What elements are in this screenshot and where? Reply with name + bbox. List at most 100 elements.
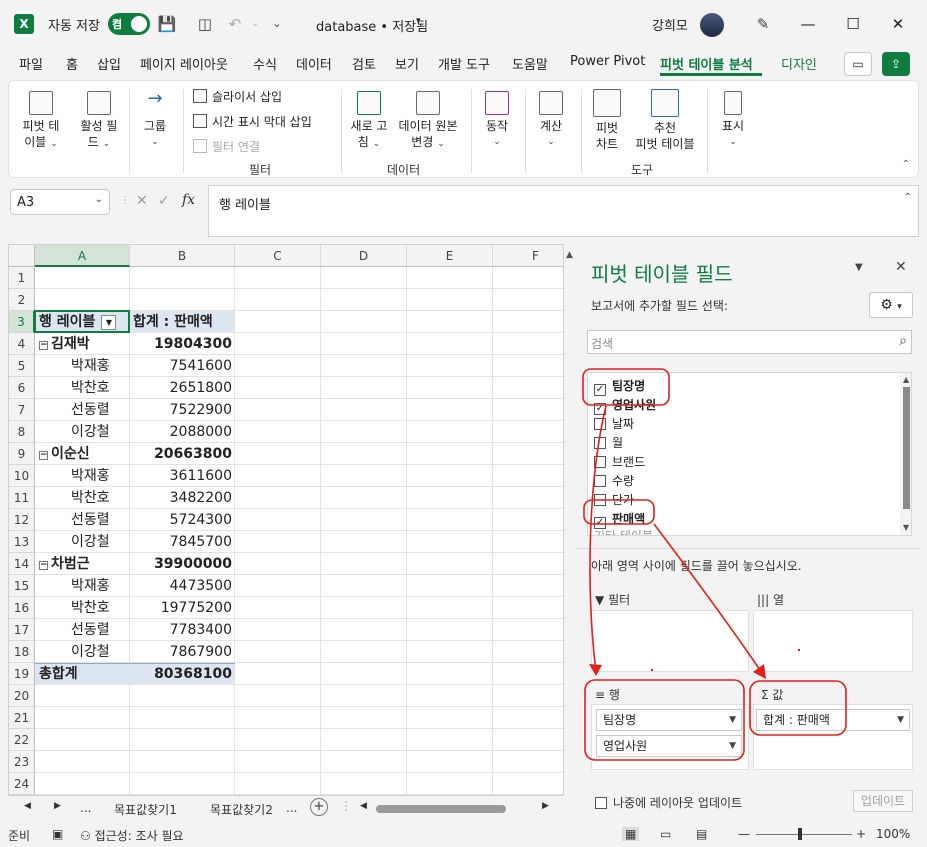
field-checkbox[interactable]: ✓ <box>594 403 606 415</box>
scroll-up-icon[interactable]: ▲ <box>903 375 909 384</box>
cell-a9[interactable]: − 이순신 <box>35 443 130 465</box>
worksheet-grid[interactable]: ABCDEF 123행 레이블 ▼ 합계 : 판매액 4− 김재박 19804300 5 박재… <box>8 244 564 796</box>
cell-b23[interactable] <box>130 751 235 773</box>
collapse-icon[interactable]: − <box>39 451 48 460</box>
page-layout-view-icon[interactable]: ▭ <box>660 827 671 841</box>
quick-access-more-icon[interactable]: ⌄ <box>266 13 288 35</box>
sheet-tab-goal-seek-2[interactable]: 목표값찾기2 <box>210 801 284 818</box>
chevron-down-icon[interactable]: ▼ <box>729 736 736 756</box>
row-header[interactable]: 10 <box>9 465 35 487</box>
tab-pivottable-analyze[interactable]: 피벗 테이블 분석 <box>660 54 753 73</box>
row-header[interactable]: 19 <box>9 663 35 685</box>
insert-function-icon[interactable]: fx <box>182 192 195 208</box>
show-button[interactable]: 표시 ⌄ <box>711 91 755 150</box>
next-sheet-icon[interactable]: ▶ <box>54 801 61 811</box>
cell-a21[interactable] <box>35 707 130 729</box>
cell-b6[interactable]: 2651800 <box>130 377 235 399</box>
field-checkbox[interactable] <box>594 437 606 449</box>
field-list-scroll-thumb[interactable] <box>903 387 910 509</box>
save-icon[interactable]: 💾 <box>156 13 178 35</box>
column-header-f[interactable]: F <box>493 245 563 267</box>
camera-icon[interactable]: ◫ <box>194 13 216 35</box>
rows-chip[interactable]: 영업사원 ▼ <box>596 735 742 757</box>
field-item[interactable]: 기타 테이블... <box>594 527 664 535</box>
cancel-icon[interactable]: ✕ <box>136 193 148 209</box>
row-header[interactable]: 22 <box>9 729 35 751</box>
values-chip[interactable]: 합계 : 판매액 ▼ <box>756 709 910 731</box>
prev-sheet-icon[interactable]: ◀ <box>24 801 31 811</box>
maximize-icon[interactable]: ☐ <box>833 0 873 48</box>
pivotchart-button[interactable]: 피벗 차트 <box>585 89 629 152</box>
row-header[interactable]: 7 <box>9 399 35 421</box>
cell-a14[interactable]: − 차범근 <box>35 553 130 575</box>
row-header[interactable]: 21 <box>9 707 35 729</box>
row-header[interactable]: 15 <box>9 575 35 597</box>
cell-a13[interactable]: 이강철 <box>35 531 130 553</box>
close-icon[interactable]: ✕ <box>878 0 918 48</box>
tab-help[interactable]: 도움말 <box>512 54 548 73</box>
row-header[interactable]: 11 <box>9 487 35 509</box>
values-area[interactable]: 합계 : 판매액 ▼ <box>753 704 913 770</box>
collapse-ribbon-icon[interactable]: ⌃ <box>902 159 910 170</box>
row-header[interactable]: 2 <box>9 289 35 311</box>
avatar[interactable] <box>700 13 724 37</box>
column-header-d[interactable]: D <box>321 245 407 267</box>
cell-a17[interactable]: 선동렬 <box>35 619 130 641</box>
cell-a12[interactable]: 선동렬 <box>35 509 130 531</box>
sheet-tab-goal-seek-1[interactable]: 목표값찾기1 <box>114 801 177 818</box>
row-header[interactable]: 3 <box>9 311 35 333</box>
row-header[interactable]: 20 <box>9 685 35 707</box>
user-name[interactable]: 강희모 <box>652 15 688 34</box>
undo-dropdown-icon[interactable]: ⌄ <box>244 13 266 35</box>
filter-connections-button[interactable]: 필터 연결 <box>193 139 260 155</box>
cell-a6[interactable]: 박찬호 <box>35 377 130 399</box>
row-header[interactable]: 6 <box>9 377 35 399</box>
field-search-input[interactable]: 검색 ⌕ <box>587 330 912 354</box>
rows-chip[interactable]: 팀장명 ▼ <box>596 709 742 731</box>
cell-b19[interactable]: 80368100 <box>130 663 235 685</box>
comments-icon[interactable]: ▭ <box>844 52 872 76</box>
vertical-scrollbar[interactable]: ▲ <box>564 244 577 796</box>
actions-button[interactable]: 동작 ⌄ <box>475 91 519 150</box>
macro-record-icon[interactable]: ▣ <box>52 827 63 841</box>
cell-a11[interactable]: 박찬호 <box>35 487 130 509</box>
row-header[interactable]: 12 <box>9 509 35 531</box>
cell-a18[interactable]: 이강철 <box>35 641 130 663</box>
cell-a5[interactable]: 박재홍 <box>35 355 130 377</box>
tab-home[interactable]: 홈 <box>66 54 78 73</box>
name-box[interactable]: A3 ⌄ <box>10 189 110 215</box>
field-item[interactable]: ✓ 영업사원 <box>594 396 656 415</box>
group-button[interactable]: → 그룹 ⌄ <box>133 90 177 150</box>
file-name[interactable]: database • 저장됨 <box>316 16 428 35</box>
autosave-toggle[interactable]: 켬 <box>108 13 150 35</box>
tab-design[interactable]: 디자인 <box>781 54 817 73</box>
zoom-slider[interactable] <box>756 834 852 835</box>
gear-icon[interactable]: ⚙ ▾ <box>869 292 913 318</box>
chevron-down-icon[interactable]: ▼ <box>729 710 736 730</box>
row-header[interactable]: 9 <box>9 443 35 465</box>
cell-a23[interactable] <box>35 751 130 773</box>
row-header[interactable]: 14 <box>9 553 35 575</box>
tab-view[interactable]: 보기 <box>395 54 419 73</box>
cell-b18[interactable]: 7867900 <box>130 641 235 663</box>
chevron-down-icon[interactable]: ▼ <box>897 710 904 730</box>
tab-insert[interactable]: 삽입 <box>97 54 121 73</box>
cell-b13[interactable]: 7845700 <box>130 531 235 553</box>
cell-a16[interactable]: 박찬호 <box>35 597 130 619</box>
cell-b12[interactable]: 5724300 <box>130 509 235 531</box>
cell-b21[interactable] <box>130 707 235 729</box>
zoom-in-icon[interactable]: + <box>856 827 866 841</box>
tab-power-pivot[interactable]: Power Pivot <box>570 54 645 69</box>
page-break-view-icon[interactable]: ▤ <box>696 827 707 841</box>
more-sheets-right[interactable]: ... <box>286 801 297 815</box>
share-icon[interactable]: ⇪ <box>882 52 910 76</box>
enter-icon[interactable]: ✓ <box>158 193 170 209</box>
pivottable-options-button[interactable]: 피벗 테 이블 ⌄ <box>17 91 65 152</box>
collapse-formula-icon[interactable]: ⌃ <box>904 192 912 203</box>
defer-layout-update[interactable]: 나중에 레이아웃 업데이트 <box>595 794 742 811</box>
cell-a7[interactable]: 선동렬 <box>35 399 130 421</box>
scroll-up-icon[interactable]: ▲ <box>566 250 573 260</box>
row-header[interactable]: 16 <box>9 597 35 619</box>
update-button[interactable]: 업데이트 <box>853 790 913 812</box>
field-checkbox[interactable]: ✓ <box>594 384 606 396</box>
